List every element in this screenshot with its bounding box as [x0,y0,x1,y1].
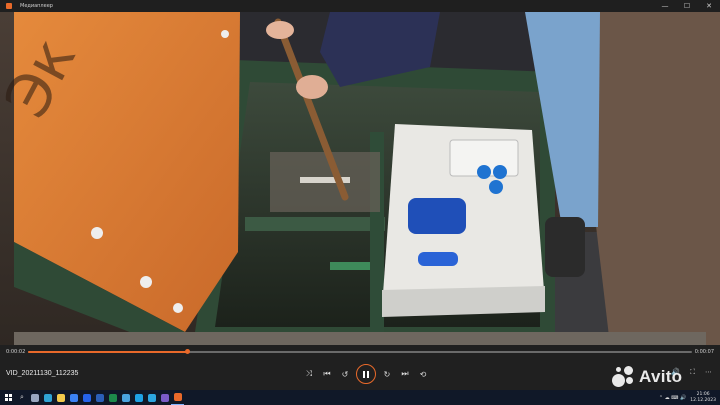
plank [14,332,706,345]
search-icon: ⌕ [20,393,24,401]
telegram-icon [147,393,156,402]
taskview-taskbar-button[interactable] [28,390,41,405]
bolt [173,303,183,313]
socket-2 [493,165,507,179]
store-icon [69,393,78,402]
word-taskbar-button[interactable] [93,390,106,405]
photos-icon [121,393,130,402]
window-title: Медиаплеер [20,3,53,9]
air-compressor [408,198,466,234]
maximize-button[interactable]: ☐ [676,0,698,12]
explorer-taskbar-button[interactable] [54,390,67,405]
start-button[interactable] [0,390,16,405]
shuffle-icon: ⤨ [305,369,313,378]
excel-icon [108,393,117,402]
boot [545,217,585,277]
system-tray: ⌃ ☁ ⌨ 🔊 21:06 12.12.2023 [659,392,720,404]
rewind-button[interactable]: ↺ [336,365,354,383]
minimize-button[interactable]: — [654,0,676,12]
media-player-taskbar-button[interactable] [171,390,184,405]
socket-1 [477,165,491,179]
avito-logo-icon [612,366,636,388]
title-bar: Медиаплеер — ☐ ✕ [0,0,720,12]
taskbar: ⌕ ⌃ ☁ ⌨ 🔊 21:06 12.12.2023 [0,390,720,405]
shuffle-button[interactable]: ⤨ [300,365,318,383]
avito-watermark: Avito [612,366,682,388]
viber-taskbar-button[interactable] [158,390,171,405]
close-button[interactable]: ✕ [698,0,720,12]
viber-icon [160,393,169,402]
video-frame[interactable]: Эк [0,12,720,345]
taskview-icon [30,393,39,402]
excel-taskbar-button[interactable] [106,390,119,405]
transport-controls: ⤨ ⏮ ↺ ↻ ⏭ ⟲ [300,364,432,384]
green-hose [330,262,370,270]
seek-bar[interactable] [28,349,692,354]
bolt [91,227,103,239]
seek-thumb[interactable] [185,349,191,354]
windows-icon [4,394,12,401]
edge-icon [43,393,52,402]
photos-taskbar-button[interactable] [119,390,132,405]
crossbar [245,217,385,231]
media-player-icon [173,393,182,401]
tray-icons[interactable]: ⌃ ☁ ⌨ 🔊 [659,395,686,401]
file-name: VID_20211130_112235 [6,370,79,377]
hand [296,75,328,99]
clock[interactable]: 21:06 12.12.2023 [690,392,716,404]
media-player-app-icon [6,3,12,9]
previous-button[interactable]: ⏮ [318,365,336,383]
previous-icon: ⏮ [323,369,331,378]
total-time: 0:00:07 [694,349,714,355]
window-controls: — ☐ ✕ [654,0,720,12]
skype-icon [134,393,143,402]
avito-wordmark: Avito [639,367,683,386]
edge-taskbar-button[interactable] [41,390,54,405]
mail-taskbar-button[interactable] [80,390,93,405]
bolt [221,30,229,38]
seek-progress [28,351,188,353]
play-pause-button[interactable] [356,364,376,384]
video-scene: Эк [0,12,720,345]
pinned-apps [28,390,184,405]
forward-button[interactable]: ↻ [378,365,396,383]
word-icon [95,393,104,402]
next-icon: ⏭ [401,369,409,378]
bolt [140,276,152,288]
fullscreen-button[interactable]: ⛶ [690,368,695,377]
clock-date: 12.12.2023 [690,397,716,403]
mail-icon [82,393,91,402]
pause-icon [363,370,369,378]
socket-3 [489,180,503,194]
skype-taskbar-button[interactable] [132,390,145,405]
next-button[interactable]: ⏭ [396,365,414,383]
repeat-button[interactable]: ⟲ [414,365,432,383]
current-time: 0:00:02 [6,349,26,355]
forward-30-icon: ↻ [383,369,391,379]
rewind-10-icon: ↺ [341,369,349,379]
more-button[interactable]: ⋯ [705,368,712,377]
explorer-icon [56,393,65,402]
control-box-front [382,286,545,317]
dirt-wall [585,12,720,345]
compressor-2 [418,252,458,266]
telegram-taskbar-button[interactable] [145,390,158,405]
repeat-icon: ⟲ [419,369,427,379]
search-button[interactable]: ⌕ [16,390,28,405]
hand [266,21,294,39]
store-taskbar-button[interactable] [67,390,80,405]
